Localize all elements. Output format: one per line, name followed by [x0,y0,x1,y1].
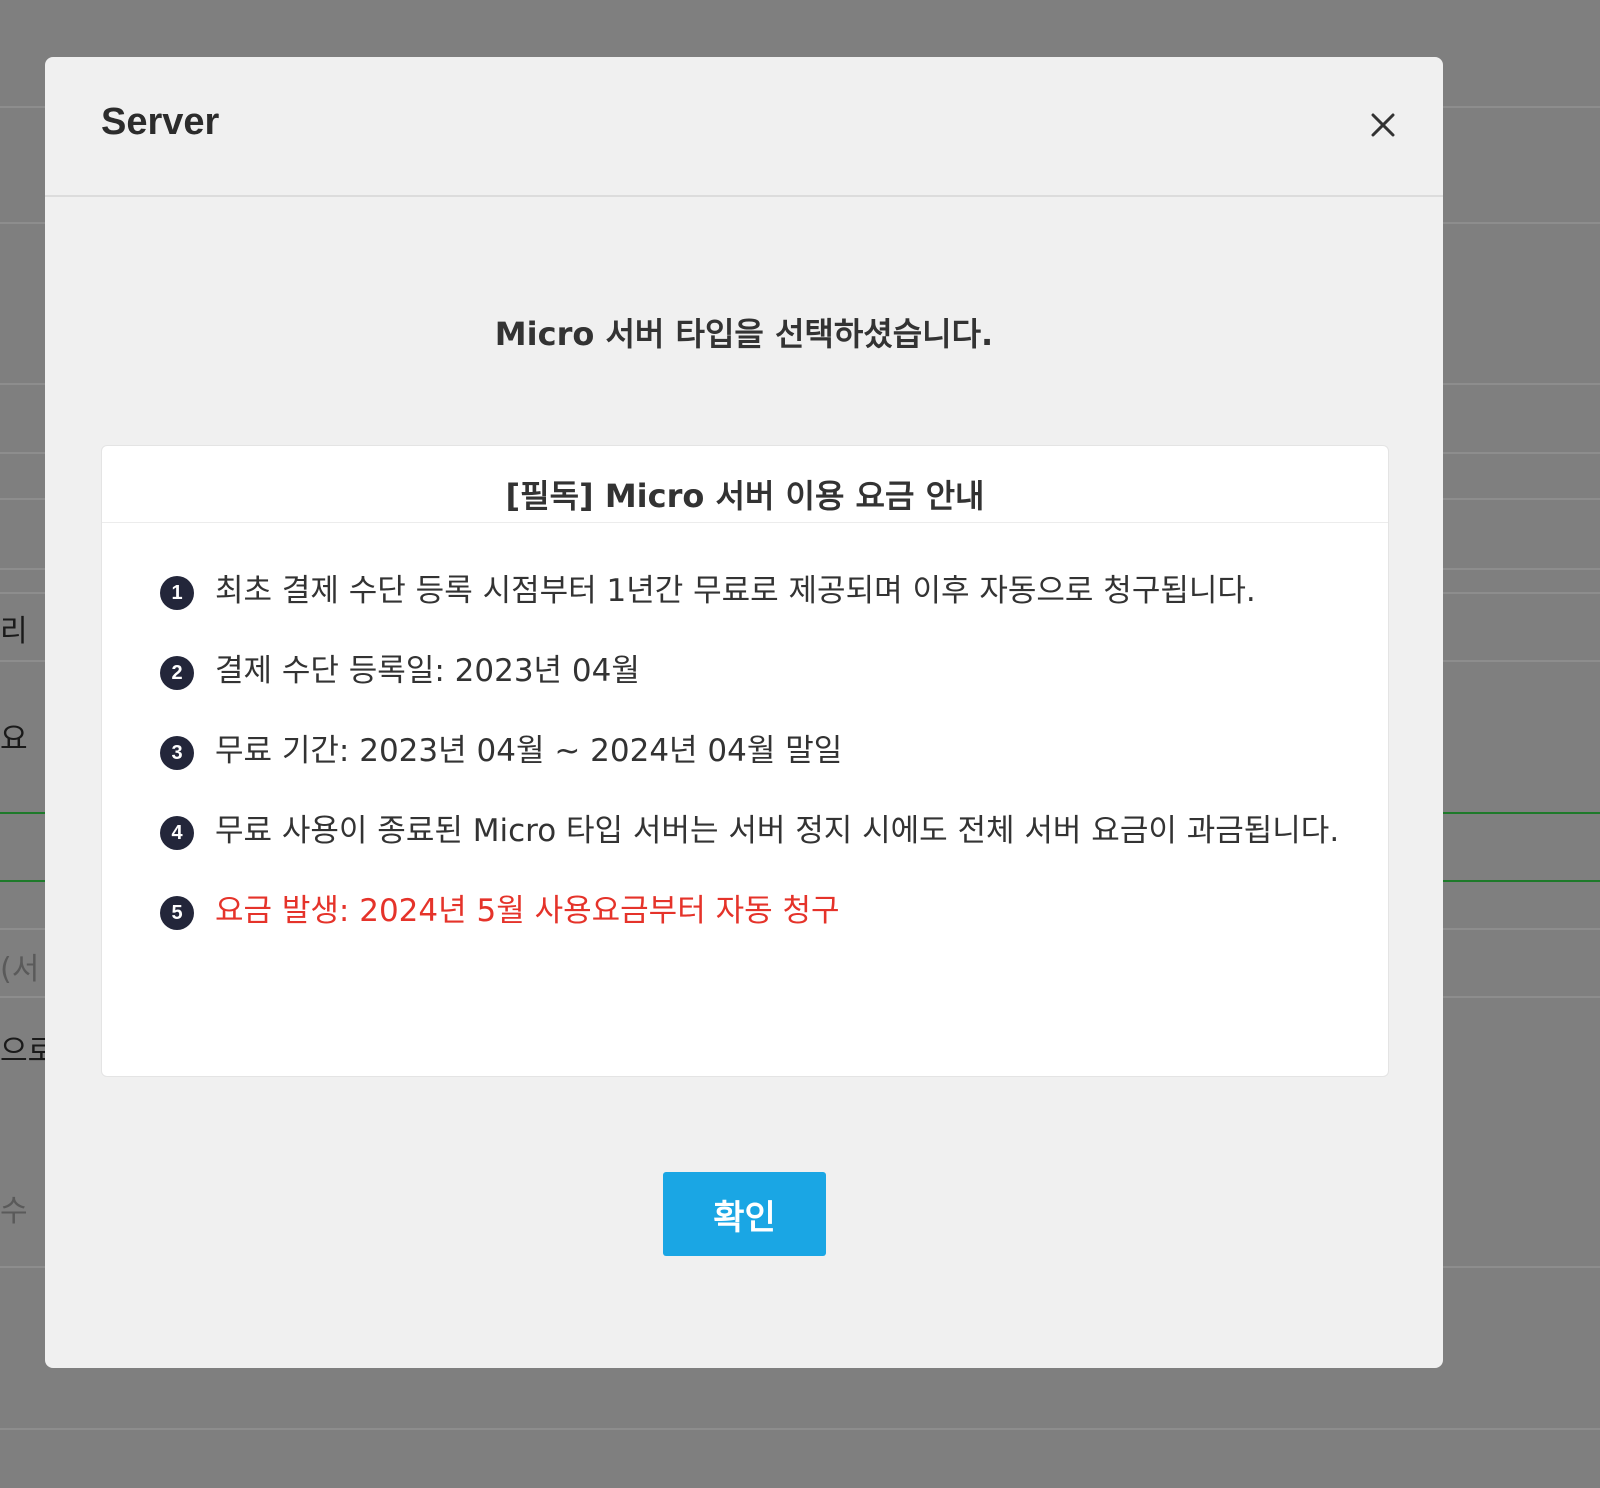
confirm-button[interactable]: 확인 [663,1172,826,1256]
dialog-title: Server [101,101,220,143]
notice-item-text: 무료 기간: 2023년 04월 ~ 2024년 04월 말일 [215,733,843,769]
background-text: 요 [0,722,28,757]
notice-item: 3 무료 기간: 2023년 04월 ~ 2024년 04월 말일 [160,726,1340,777]
number-1-icon: 1 [160,576,194,610]
number-4-icon: 4 [160,816,194,850]
notice-item-text: 요금 발생: 2024년 5월 사용요금부터 자동 청구 [215,893,840,929]
background-text: 수 [0,1194,28,1229]
number-3-icon: 3 [160,736,194,770]
close-button[interactable] [1363,105,1403,145]
number-5-icon: 5 [160,896,194,930]
close-icon [1371,113,1395,137]
fee-notice-box: [필독] Micro 서버 이용 요금 안내 1 최초 결제 수단 등록 시점부… [101,445,1389,1077]
notice-list: 1 최초 결제 수단 등록 시점부터 1년간 무료로 제공되며 이후 자동으로 … [160,566,1340,966]
notice-item-text: 최초 결제 수단 등록 시점부터 1년간 무료로 제공되며 이후 자동으로 청구… [215,573,1256,609]
notice-item-text: 무료 사용이 종료된 Micro 타입 서버는 서버 정지 시에도 전체 서버 … [215,813,1340,849]
notice-item: 1 최초 결제 수단 등록 시점부터 1년간 무료로 제공되며 이후 자동으로 … [160,566,1340,617]
server-dialog: Server Micro 서버 타입을 선택하셨습니다. [필독] Micro … [45,57,1443,1368]
background-text: 리 [0,614,28,649]
background-divider [0,1428,1600,1430]
notice-item-text: 결제 수단 등록일: 2023년 04월 [215,653,640,689]
selection-message: Micro 서버 타입을 선택하셨습니다. [494,315,994,353]
dialog-header: Server [45,57,1443,197]
notice-item-warning: 5 요금 발생: 2024년 5월 사용요금부터 자동 청구 [160,886,1340,937]
notice-item: 4 무료 사용이 종료된 Micro 타입 서버는 서버 정지 시에도 전체 서… [160,806,1340,857]
background-text: (서 [0,952,40,987]
notice-title: [필독] Micro 서버 이용 요금 안내 [102,446,1388,523]
notice-item: 2 결제 수단 등록일: 2023년 04월 [160,646,1340,697]
number-2-icon: 2 [160,656,194,690]
